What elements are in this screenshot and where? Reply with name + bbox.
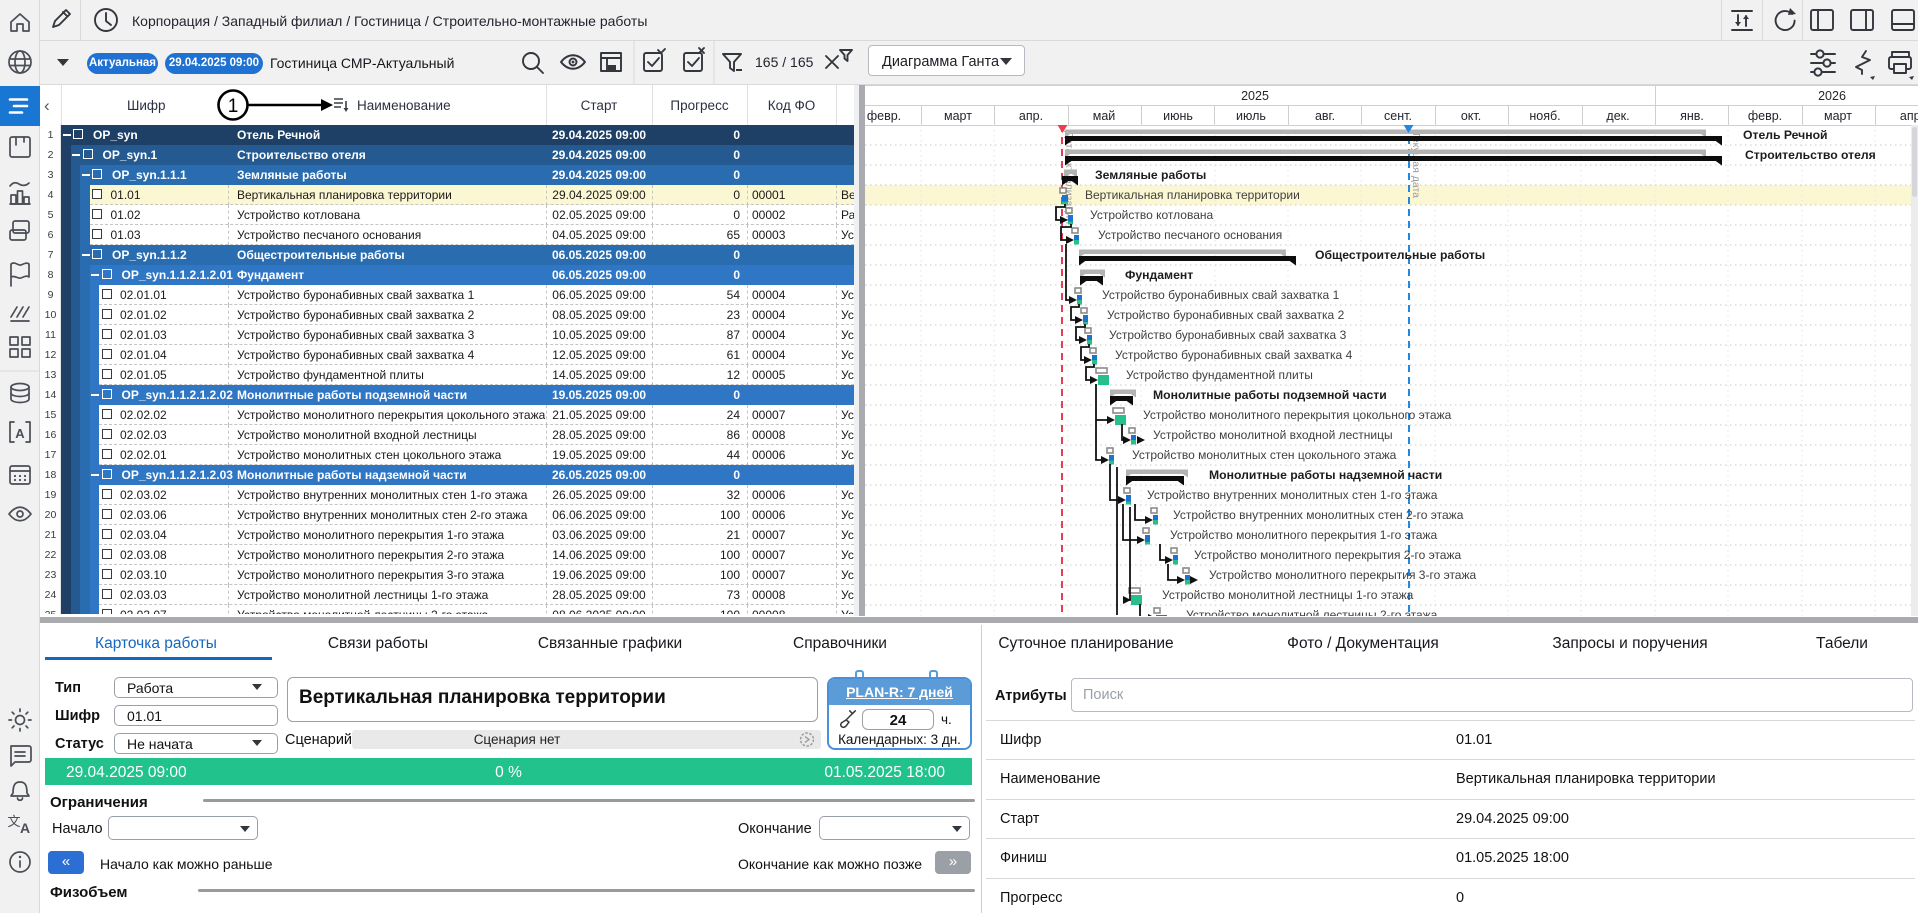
svg-text:Строительство отеля: Строительство отеля (1745, 148, 1876, 162)
svg-text:Устройство буронабивных свай з: Устройство буронабивных свай захватка 3 (1109, 328, 1347, 342)
svg-text:A: A (15, 426, 25, 441)
svg-text:Монолитные работы надземной ча: Монолитные работы надземной части (1209, 468, 1442, 482)
svg-text:文: 文 (7, 814, 20, 829)
svg-text:Устройство монолитного перекры: Устройство монолитного перекрытия 2-го э… (1194, 548, 1462, 562)
svg-text:Устройство внутренних монолитн: Устройство внутренних монолитных стен 1-… (1147, 488, 1438, 502)
svg-text:Устройство буронабивных свай з: Устройство буронабивных свай захватка 1 (1102, 288, 1340, 302)
svg-text:Текущая дата: Текущая дата (1410, 131, 1422, 198)
svg-text:Устройство буронабивных свай з: Устройство буронабивных свай захватка 2 (1107, 308, 1345, 322)
svg-text:Вертикальная планировка террит: Вертикальная планировка территории (1085, 188, 1300, 202)
svg-text:Устройство монолитной лестницы: Устройство монолитной лестницы 1-го этаж… (1162, 588, 1414, 602)
svg-text:Общестроительные работы: Общестроительные работы (1315, 248, 1485, 262)
svg-text:1: 1 (228, 96, 239, 117)
svg-text:Отель Речной: Отель Речной (1743, 128, 1828, 142)
svg-text:Устройство буронабивных свай з: Устройство буронабивных свай захватка 4 (1115, 348, 1353, 362)
svg-text:Устройство монолитного перекры: Устройство монолитного перекрытия 3-го э… (1209, 568, 1477, 582)
svg-text:Монолитные работы подземной ча: Монолитные работы подземной части (1153, 388, 1387, 402)
svg-text:Устройство монолитной входной: Устройство монолитной входной лестницы (1153, 428, 1393, 442)
svg-text:Устройство монолитной лестницы: Устройство монолитной лестницы 2-го этаж… (1186, 608, 1438, 616)
svg-text:Устройство внутренних монолитн: Устройство внутренних монолитных стен 2-… (1173, 508, 1464, 522)
svg-text:Устройство песчаного основания: Устройство песчаного основания (1098, 228, 1282, 242)
svg-text:Устройство монолитного перекры: Устройство монолитного перекрытия 1-го э… (1170, 528, 1438, 542)
svg-text:Земляные работы: Земляные работы (1095, 168, 1206, 182)
svg-text:Устройство монолитного перекры: Устройство монолитного перекрытия цоколь… (1143, 408, 1452, 422)
svg-text:Фундамент: Фундамент (1125, 268, 1193, 282)
svg-text:Устройство фундаментной плиты: Устройство фундаментной плиты (1126, 368, 1313, 382)
svg-text:A: A (20, 820, 30, 836)
svg-text:Устройство монолитных стен цок: Устройство монолитных стен цокольного эт… (1132, 448, 1397, 462)
svg-text:Устройство котлована: Устройство котлована (1090, 208, 1213, 222)
